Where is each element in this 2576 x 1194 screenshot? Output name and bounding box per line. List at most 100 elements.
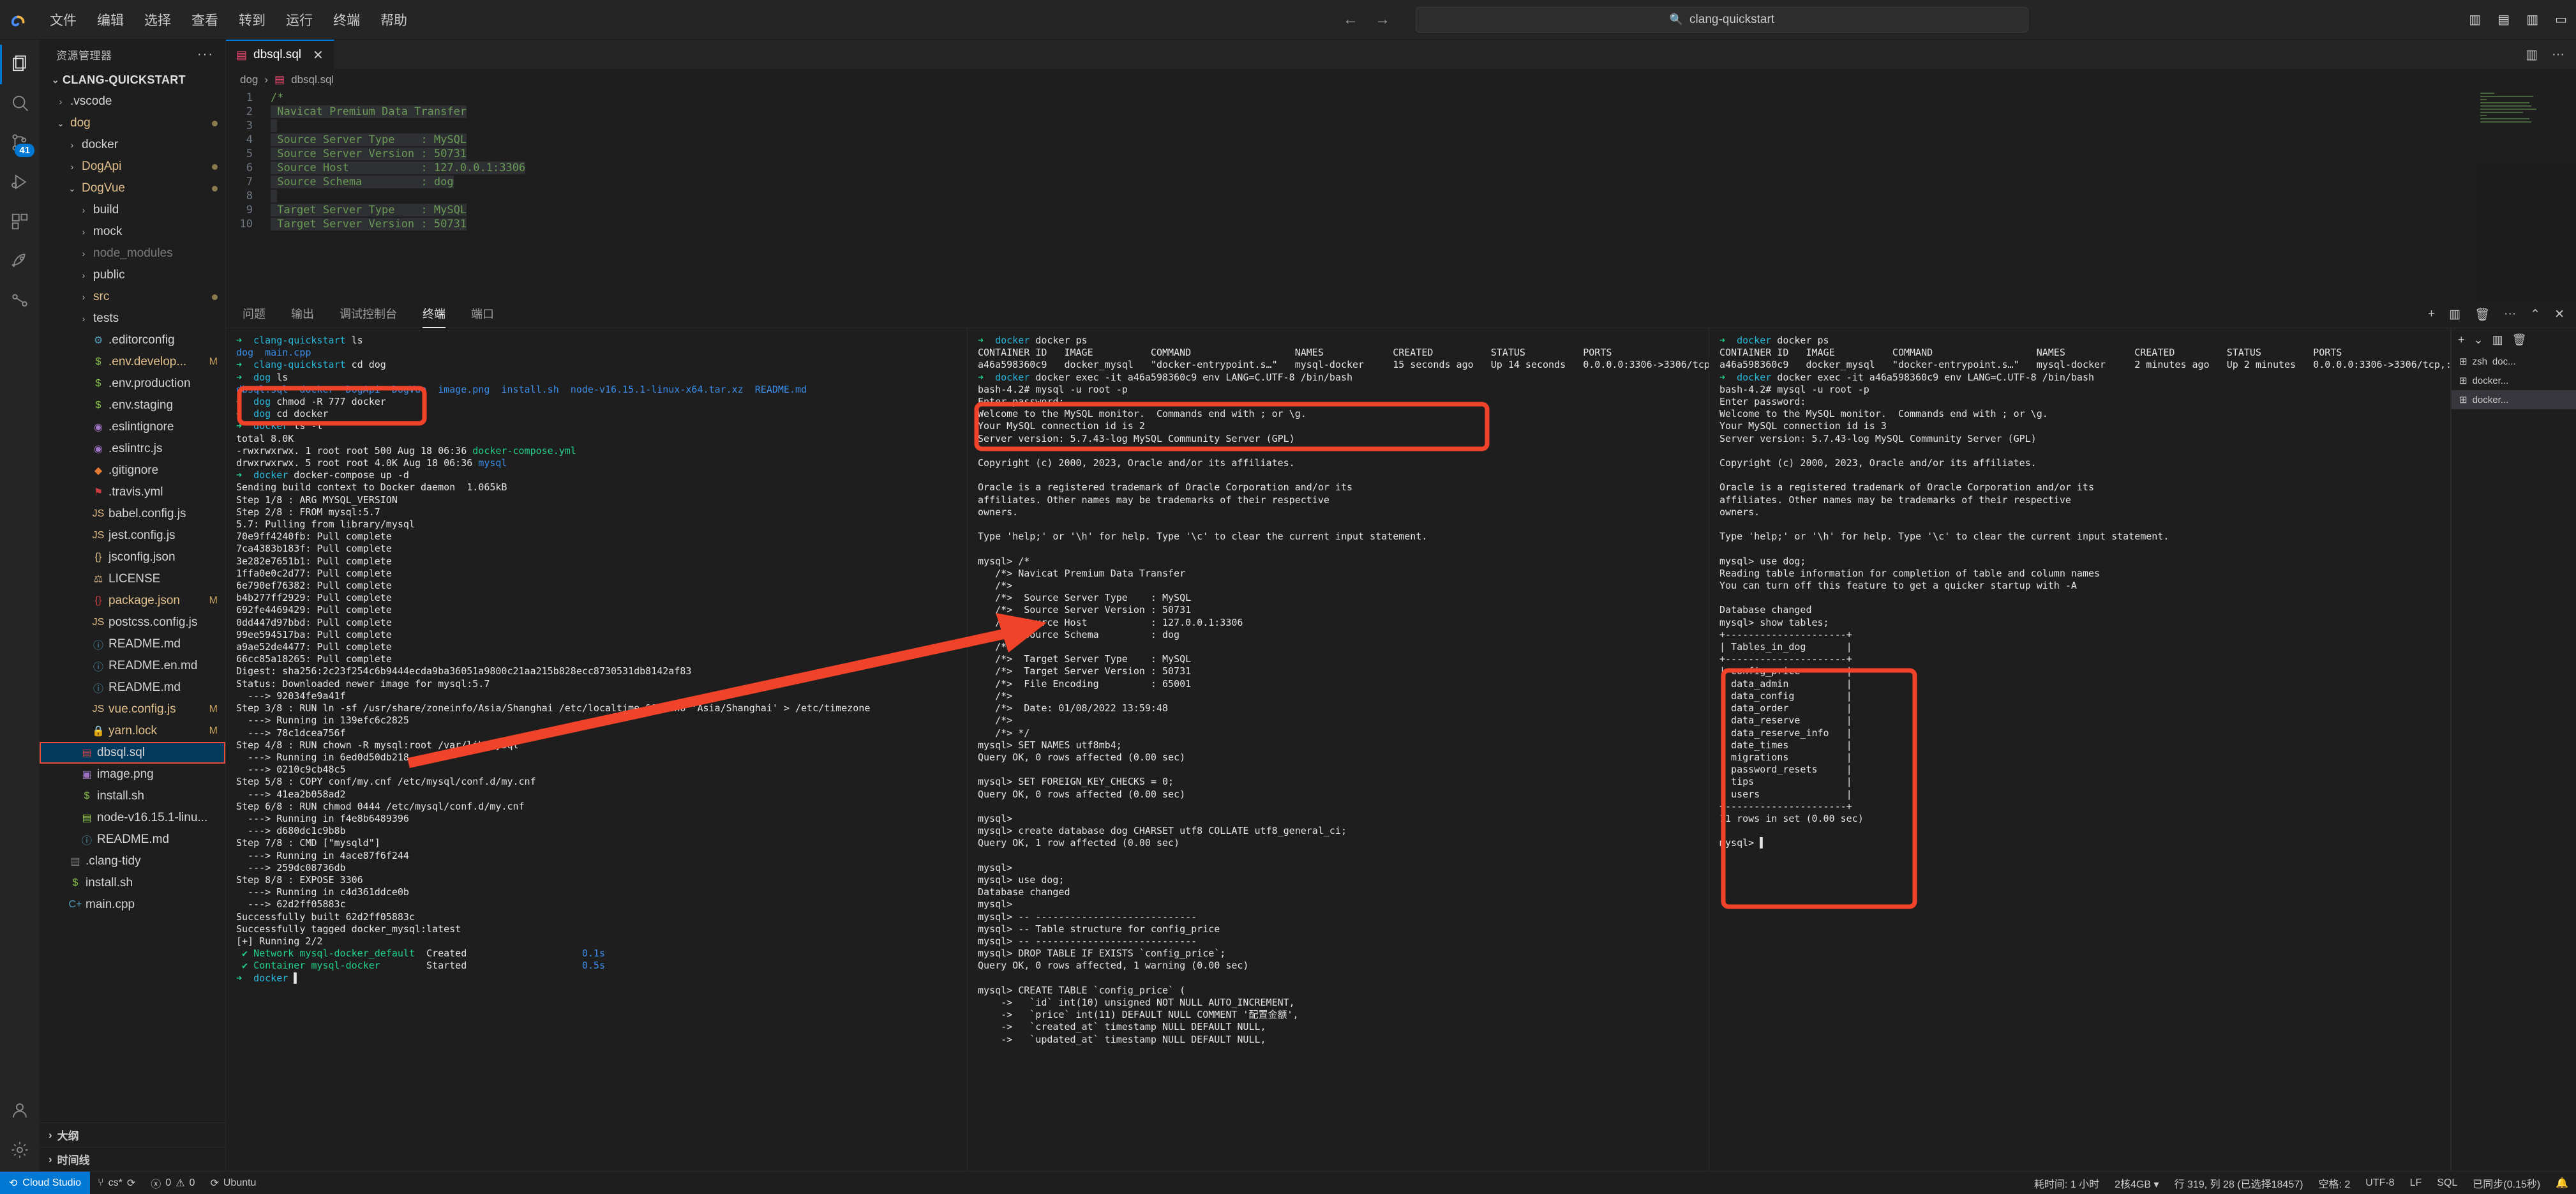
split-editor-icon[interactable]: ▥ [2526, 47, 2538, 63]
command-center[interactable]: 🔍 clang-quickstart [1416, 6, 2028, 33]
toggle-primary-sidebar-icon[interactable]: ▥ [2469, 11, 2481, 27]
terminal-pane-2[interactable]: ➜ docker docker ps CONTAINER ID IMAGE CO… [968, 328, 1709, 1171]
activity-source-control[interactable]: 41 [0, 124, 40, 163]
tree-item-build[interactable]: › build [40, 199, 225, 221]
kill-terminal-icon[interactable]: 🗑 [2475, 307, 2490, 322]
terminal-list-item-docker-1[interactable]: ⊞ docker... [2452, 371, 2576, 390]
status-indent[interactable]: 空格: 2 [2310, 1172, 2358, 1194]
terminal-pane-1[interactable]: ➜ clang-quickstart ls dog main.cpp ➜ cla… [226, 328, 968, 1171]
tab-problems[interactable]: 问题 [243, 305, 266, 324]
status-remote[interactable]: ⟳ Ubuntu [202, 1172, 264, 1194]
tree-item-yarn-lock[interactable]: 🔒 yarn.lock M [40, 720, 225, 742]
close-panel-icon[interactable]: ✕ [2554, 307, 2565, 322]
tree-item--gitignore[interactable]: ◆ .gitignore [40, 460, 225, 481]
split-terminal-icon[interactable]: ▥ [2449, 307, 2460, 322]
activity-share[interactable] [0, 282, 40, 322]
tab-dbsql-sql[interactable]: ▤ dbsql.sql ✕ [226, 40, 334, 69]
terminal-list-item-zsh[interactable]: ⊞ zsh doc... [2452, 352, 2576, 371]
tree-item-install-sh[interactable]: $ install.sh [40, 785, 225, 807]
explorer-more-icon[interactable]: ··· [197, 47, 214, 62]
tab-ports[interactable]: 端口 [471, 305, 494, 324]
tab-terminal[interactable]: 终端 [423, 305, 446, 328]
activity-search[interactable] [0, 84, 40, 124]
customize-layout-icon[interactable]: ▭ [2555, 11, 2567, 27]
tree-item--travis-yml[interactable]: ⚑ .travis.yml [40, 481, 225, 503]
close-icon[interactable]: ✕ [313, 47, 324, 63]
status-cursor[interactable]: 行 319, 列 28 (已选择18457) [2167, 1172, 2311, 1194]
tree-item-node-modules[interactable]: › node_modules [40, 243, 225, 264]
workspace-root-row[interactable]: ⌄ CLANG-QUICKSTART [40, 69, 225, 91]
activity-settings[interactable] [0, 1131, 40, 1171]
status-notifications-icon[interactable]: 🔔 [2548, 1172, 2576, 1194]
tree-item-readme-md[interactable]: ⓘ README.md [40, 829, 225, 850]
breadcrumb-folder[interactable]: dog [240, 73, 258, 86]
tree-item-postcss-config-js[interactable]: JS postcss.config.js [40, 612, 225, 633]
menu-view[interactable]: 查看 [181, 8, 228, 32]
tree-item-jsconfig-json[interactable]: {} jsconfig.json [40, 547, 225, 568]
tree-item-mock[interactable]: › mock [40, 221, 225, 243]
menu-edit[interactable]: 编辑 [87, 8, 134, 32]
more-actions-icon[interactable]: ··· [2552, 47, 2565, 62]
activity-extensions[interactable] [0, 203, 40, 243]
split-icon[interactable]: ▥ [2492, 333, 2503, 347]
tree-item--clang-tidy[interactable]: ▤ .clang-tidy [40, 850, 225, 872]
tree-item-readme-md[interactable]: ⓘ README.md [40, 677, 225, 699]
tree-item--env-develop-[interactable]: $ .env.develop... M [40, 351, 225, 373]
tree-item-docker[interactable]: › docker [40, 134, 225, 156]
tree-item--eslintrc-js[interactable]: ◉ .eslintrc.js [40, 438, 225, 460]
tree-item--env-production[interactable]: $ .env.production [40, 373, 225, 395]
menu-goto[interactable]: 转到 [228, 8, 276, 32]
tree-item--eslintignore[interactable]: ◉ .eslintignore [40, 416, 225, 438]
tree-item-package-json[interactable]: {} package.json M [40, 590, 225, 612]
menu-terminal[interactable]: 终端 [323, 8, 370, 32]
code-content[interactable]: /* Navicat Premium Data Transfer Source … [262, 91, 2576, 301]
sync-icon[interactable]: ⟳ [127, 1177, 135, 1190]
tree-item--editorconfig[interactable]: ⚙ .editorconfig [40, 329, 225, 351]
tree-item-node-v16-15-1-linu-[interactable]: ▤ node-v16.15.1-linu... [40, 807, 225, 829]
tree-item-main-cpp[interactable]: C+ main.cpp [40, 894, 225, 916]
tab-debug-console[interactable]: 调试控制台 [340, 305, 397, 324]
tree-item-image-png[interactable]: ▣ image.png [40, 764, 225, 785]
trash-icon[interactable]: 🗑 [2512, 333, 2527, 347]
tree-item-dogapi[interactable]: › DogApi [40, 156, 225, 178]
add-terminal-icon[interactable]: + [2428, 307, 2435, 322]
status-resources[interactable]: 2核4GB ▾ [2107, 1172, 2166, 1194]
tree-item-src[interactable]: › src [40, 286, 225, 308]
tree-item-dogvue[interactable]: ⌄ DogVue [40, 178, 225, 199]
terminal-pane-3[interactable]: ➜ docker docker ps CONTAINER ID IMAGE CO… [1709, 328, 2451, 1171]
status-sync[interactable]: 已同步(0.15秒) [2465, 1172, 2548, 1194]
navigate-forward-icon[interactable]: → [1375, 11, 1390, 29]
navigate-back-icon[interactable]: ← [1343, 11, 1358, 29]
tree-item-tests[interactable]: › tests [40, 308, 225, 329]
status-uptime[interactable]: 耗时间: 1 小时 [2026, 1172, 2107, 1194]
tree-item-jest-config-js[interactable]: JS jest.config.js [40, 525, 225, 547]
tree-item-vue-config-js[interactable]: JS vue.config.js M [40, 699, 225, 720]
menu-file[interactable]: 文件 [40, 8, 87, 32]
breadcrumb-file[interactable]: dbsql.sql [291, 73, 334, 86]
menu-run[interactable]: 运行 [276, 8, 323, 32]
maximize-panel-icon[interactable]: ⌃ [2530, 307, 2540, 322]
panel-more-icon[interactable]: ··· [2504, 307, 2516, 322]
file-tree[interactable]: › .vscode ⌄ dog › docker › DogApi ⌄ DogVue › build ›… [40, 91, 225, 1122]
activity-account[interactable] [0, 1092, 40, 1131]
status-problems[interactable]: ⓧ 0 ⚠ 0 [143, 1172, 202, 1194]
status-language[interactable]: SQL [2429, 1172, 2465, 1194]
add-icon[interactable]: + [2458, 333, 2465, 347]
timeline-section[interactable]: › 时间线 [40, 1147, 225, 1171]
tree-item-public[interactable]: › public [40, 264, 225, 286]
status-cloud-studio[interactable]: ⟲ Cloud Studio [0, 1171, 91, 1194]
tree-item--vscode[interactable]: › .vscode [40, 91, 225, 112]
outline-section[interactable]: › 大纲 [40, 1122, 225, 1147]
menu-help[interactable]: 帮助 [370, 8, 417, 32]
sql-code-editor[interactable]: 1 2 3 4 5 6 7 8 9 10 /* Navicat Premium Data Tran… [226, 91, 2576, 301]
toggle-secondary-sidebar-icon[interactable]: ▥ [2526, 11, 2538, 27]
tree-item-dbsql-sql[interactable]: ▤ dbsql.sql [40, 742, 225, 764]
toggle-panel-icon[interactable]: ▤ [2497, 11, 2510, 27]
status-branch[interactable]: ⑂ cs* ⟳ [90, 1172, 143, 1194]
activity-run-debug[interactable] [0, 163, 40, 203]
tree-item-babel-config-js[interactable]: JS babel.config.js [40, 503, 225, 525]
tree-item-license[interactable]: ⚖ LICENSE [40, 568, 225, 590]
tab-output[interactable]: 输出 [291, 305, 314, 324]
terminal-list-item-docker-2[interactable]: ⊞ docker... [2452, 390, 2576, 409]
chevron-down-icon[interactable]: ⌄ [2474, 333, 2483, 347]
